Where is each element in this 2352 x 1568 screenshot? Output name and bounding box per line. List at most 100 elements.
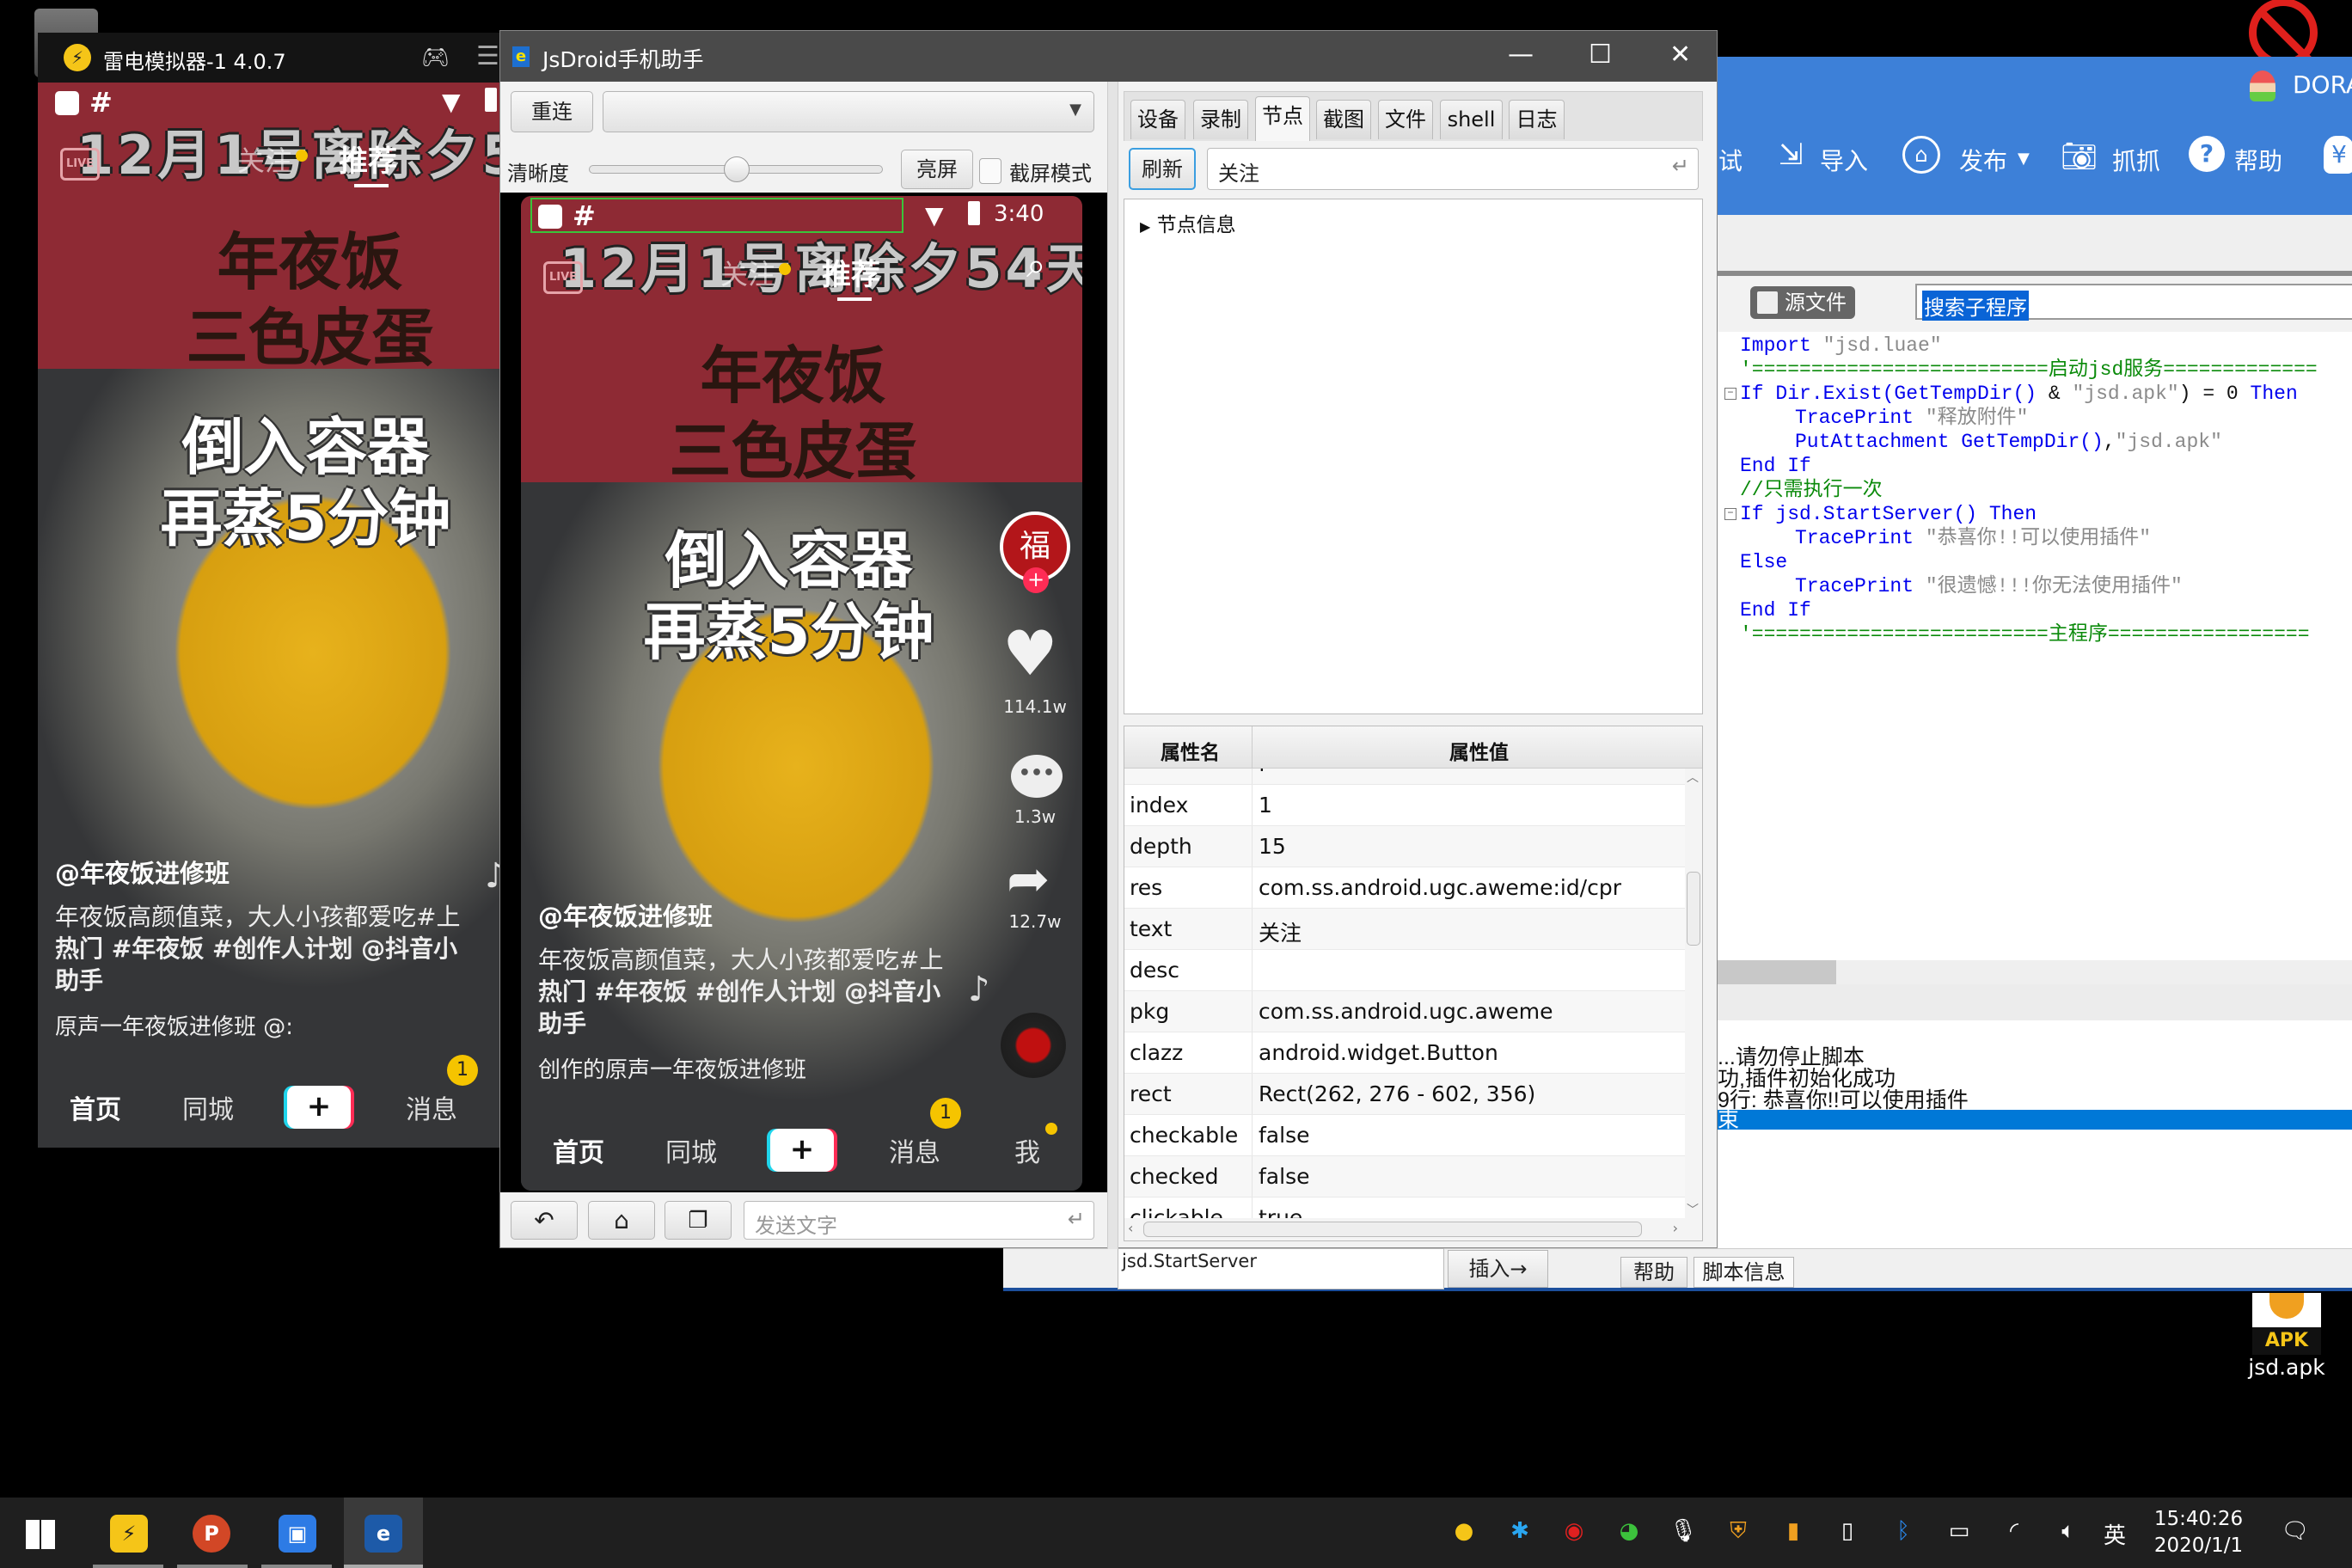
table-row[interactable]: res com.ss.android.ugc.aweme:id/cpr [1124,867,1687,909]
table-row[interactable]: text 关注 [1124,909,1687,950]
code-line[interactable]: TracePrint "释放附件" [1740,406,2318,430]
tab-follow[interactable]: 关注 [720,253,775,292]
table-row[interactable]: checked false [1124,1156,1687,1197]
nav-messages[interactable]: 消息 [872,1131,958,1169]
jsd-apk-desktop-icon[interactable]: APK [2252,1293,2321,1355]
money-bag-icon[interactable]: ¥ [2324,136,2352,174]
scroll-down-icon[interactable]: ﹀ [1687,1201,1699,1218]
code-line[interactable]: End If [1740,598,2318,622]
code-line[interactable]: TracePrint "恭喜你!!可以使用插件" [1740,526,2318,550]
search-icon[interactable]: ⌕ [1026,246,1045,285]
source-file-button[interactable]: 源文件 [1750,286,1855,319]
node-query-input[interactable]: 关注 ↵ [1207,148,1699,190]
tab-2[interactable]: 节点 [1255,96,1310,141]
publish-icon[interactable]: ⌂ [1902,136,1940,174]
tray-wechat-icon[interactable]: ◕ [1614,1518,1645,1544]
horizontal-scrollbar[interactable] [1718,960,2352,984]
code-line[interactable]: End If [1740,454,2318,478]
jsdroid-icon[interactable]: e [364,1515,402,1553]
phone-screen[interactable]: # ▼ 3:40 12月1号离除夕54天 LIVE 关注 推荐 ⌕ 年夜饭 三色… [521,196,1082,1191]
refresh-button[interactable]: 刷新 [1129,148,1196,190]
node-tree[interactable]: ▶ 节点信息 [1124,199,1703,714]
tab-recommend[interactable]: 推荐 [822,251,880,293]
table-row[interactable]: f [1124,769,1687,785]
windows-start-icon[interactable] [26,1520,55,1549]
author-name[interactable]: @年夜饭进修班 [55,854,230,890]
desktop-icon-label[interactable]: jsd.apk [2235,1355,2338,1380]
tab-6[interactable]: 日志 [1509,100,1565,139]
insert-button[interactable]: 插入→ [1448,1250,1548,1288]
table-row[interactable]: pkg com.ss.android.ugc.aweme [1124,991,1687,1032]
home-button[interactable]: ⌂ [588,1201,655,1240]
tab-4[interactable]: 文件 [1378,100,1433,139]
scrollbar-thumb[interactable] [1143,1222,1642,1237]
toolbar-capture[interactable]: 抓抓 [2112,143,2160,177]
code-line[interactable]: Else [1740,550,2318,574]
tab-0[interactable]: 设备 [1130,100,1185,139]
code-line[interactable]: TracePrint "很遗憾!!!你无法使用插件" [1740,574,2318,598]
live-icon[interactable]: LIVE [543,261,583,294]
notification-icon[interactable]: 🗨︎ [2280,1518,2311,1544]
subroutine-search-input[interactable]: 搜索子程序 [1915,284,2352,321]
nav-create-button[interactable]: + [770,1129,834,1172]
jsdroid-titlebar[interactable]: e JsDroid手机助手 — ☐ ✕ [500,31,1717,82]
clarity-slider[interactable] [589,156,883,182]
music-text[interactable]: 创作的原声一年夜饭进修班 [538,1052,806,1084]
chevron-down-icon[interactable]: ▼ [2018,150,2030,168]
toolbar-help[interactable]: 帮助 [2234,143,2282,177]
table-row[interactable]: depth 15 [1124,826,1687,867]
table-row[interactable]: desc [1124,950,1687,991]
tray-device-icon[interactable]: ▯ [1832,1518,1863,1544]
scroll-left-icon[interactable]: ‹ [1128,1220,1133,1236]
user-avatar[interactable] [2250,70,2275,101]
minimize-button[interactable]: — [1508,40,1534,70]
code-line[interactable]: − If jsd.StartServer() Then [1724,502,2318,526]
tray-shield-icon[interactable]: ⛨ [1723,1518,1754,1545]
clock[interactable]: 15:40:26 2020/1/1 [2141,1506,2257,1559]
scroll-up-icon[interactable]: ︿ [1687,769,1699,786]
phone-screen[interactable]: # ▼ 3:40 12月1号离除夕54天 LIVE 关注 推荐 ⌕ 年夜饭 三色… [38,83,502,1148]
author-name[interactable]: @年夜饭进修班 [538,897,713,933]
help-icon[interactable]: ? [2189,136,2225,172]
tray-volume-icon[interactable]: 🔈︎ [2053,1518,2084,1545]
powerpoint-icon[interactable]: P [193,1515,230,1553]
vertical-scrollbar[interactable]: ︿ ﹀ [1685,769,1702,1220]
leidian-icon[interactable]: ⚡ [110,1515,148,1553]
tree-node[interactable]: ▶ 节点信息 [1140,208,1236,237]
code-editor[interactable]: Import "jsd.luae" '======================… [1724,334,2318,646]
column-header-name[interactable]: 属性名 [1161,736,1220,765]
share-icon[interactable]: ➦ [1007,849,1050,910]
tab-5[interactable]: shell [1440,100,1503,139]
tab-follow[interactable]: 关注 [237,139,292,179]
user-name[interactable]: DORA [2293,70,2352,99]
tray-microphone-icon[interactable]: 🎙︎ [1668,1518,1699,1544]
recents-button[interactable]: ❐ [665,1201,732,1240]
command-input[interactable]: jsd.StartServer [1118,1248,1444,1289]
code-line[interactable]: PutAttachment GetTempDir(),"jsd.apk" [1740,430,2318,454]
tray-record-icon[interactable]: ◉ [1559,1518,1589,1544]
gamepad-icon[interactable]: 🎮︎ [421,45,450,70]
heart-icon[interactable]: ♥ [1002,617,1058,689]
fold-toggle-icon[interactable]: − [1724,508,1736,520]
table-row[interactable]: clazz android.widget.Button [1124,1032,1687,1074]
tab-recommend[interactable]: 推荐 [339,138,397,180]
scrollbar-thumb[interactable] [1687,872,1700,946]
pane-splitter[interactable] [1107,82,1118,1249]
tab-3[interactable]: 截图 [1316,100,1371,139]
device-select[interactable]: ▼ [603,91,1094,132]
toolbar-item-test[interactable]: 试 [1718,143,1743,177]
fold-toggle-icon[interactable]: − [1724,388,1736,400]
nav-home[interactable]: 首页 [52,1088,138,1126]
tray-bluetooth-icon[interactable]: ᛒ [1888,1518,1919,1544]
column-header-value[interactable]: 属性值 [1449,736,1509,765]
table-row[interactable]: checkable false [1124,1115,1687,1156]
nav-home[interactable]: 首页 [536,1131,622,1169]
tray-usb-icon[interactable]: ▮ [1778,1518,1809,1544]
menu-icon[interactable]: ☰ [476,41,499,71]
table-row[interactable]: index 1 [1124,785,1687,826]
remote-desktop-icon[interactable]: ▣ [279,1515,316,1553]
emulator-titlebar[interactable]: ⚡ 雷电模拟器-1 4.0.7 🎮︎ ☰ [38,33,502,83]
script-info-tab[interactable]: 脚本信息 [1694,1257,1794,1288]
code-line[interactable]: //只需执行一次 [1740,478,2318,502]
nav-nearby[interactable]: 同城 [165,1088,251,1126]
